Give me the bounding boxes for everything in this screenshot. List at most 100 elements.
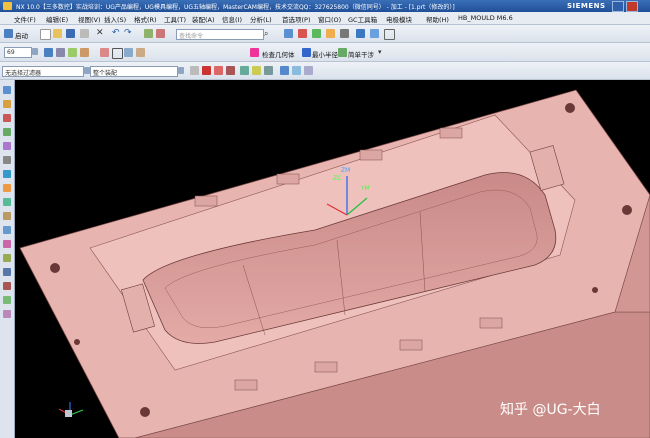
hd3d-tools-icon[interactable]	[3, 268, 11, 276]
snap-body-icon[interactable]	[304, 66, 313, 75]
snap-point-icon[interactable]	[202, 66, 211, 75]
bolt-hole	[565, 103, 575, 113]
snap-center-icon[interactable]	[240, 66, 249, 75]
edge-pocket	[194, 195, 218, 207]
search-icon[interactable]: ⌕	[264, 29, 273, 38]
start-icon[interactable]	[4, 29, 13, 38]
chevron-down-icon[interactable]	[32, 48, 38, 55]
visual-reports-icon[interactable]	[3, 296, 11, 304]
scope-value: 整个装配	[93, 70, 118, 77]
menu-item-electrode[interactable]: 电极模块	[386, 14, 412, 24]
scope-dropdown-icon[interactable]	[178, 67, 184, 74]
overflow-icon[interactable]: ▾	[378, 48, 387, 57]
menu-item-analysis[interactable]: 分析(L)	[250, 14, 272, 24]
select-all-icon[interactable]	[190, 66, 199, 75]
app-icon	[3, 2, 12, 10]
menu-item-gc-toolbox[interactable]: GC工具箱	[348, 14, 377, 24]
simple-interference-button[interactable]: 简单干涉	[348, 49, 374, 59]
operation-nav-icon[interactable]	[284, 29, 293, 38]
simple-interference-icon[interactable]	[338, 48, 347, 57]
menu-item-info[interactable]: 信息(I)	[222, 14, 242, 24]
triad-zc-label: ZC	[333, 175, 341, 182]
undo-icon[interactable]: ↶	[112, 29, 121, 38]
clip-icon[interactable]	[136, 48, 145, 57]
constraint-navigator-icon[interactable]	[3, 310, 11, 318]
menu-item-format[interactable]: 格式(R)	[134, 14, 157, 24]
menu-item-view[interactable]: 视图(V)	[78, 14, 101, 24]
menu-item-window[interactable]: 窗口(O)	[318, 14, 341, 24]
process-studio-icon[interactable]	[3, 240, 11, 248]
save-icon[interactable]	[66, 29, 75, 38]
cut-icon[interactable]	[80, 29, 89, 38]
web-browser-icon[interactable]	[3, 170, 11, 178]
rotate-icon[interactable]	[68, 48, 77, 57]
reuse-library-icon[interactable]	[3, 142, 11, 150]
snap-quadrant-icon[interactable]	[252, 66, 261, 75]
snap-end-icon[interactable]	[214, 66, 223, 75]
menu-item-preferences[interactable]: 首选项(P)	[282, 14, 311, 24]
layer-icon[interactable]	[156, 29, 165, 38]
open-file-icon[interactable]	[53, 29, 62, 38]
part-navigator-icon[interactable]	[3, 100, 11, 108]
zhihu-watermark: 知乎 @UG-大白	[500, 402, 601, 418]
system-scenes-icon[interactable]	[3, 226, 11, 234]
close-button[interactable]	[626, 1, 638, 12]
verify-toolpath-icon[interactable]	[312, 29, 321, 38]
measure-icon[interactable]	[144, 29, 153, 38]
snap-curve-icon[interactable]	[292, 66, 301, 75]
selection-scope-select[interactable]: 整个装配	[90, 66, 178, 77]
menu-item-insert[interactable]: 插入(S)	[104, 14, 126, 24]
min-radius-icon[interactable]	[302, 48, 311, 57]
snap-intersect-icon[interactable]	[264, 66, 273, 75]
start-button[interactable]: 启动	[15, 30, 28, 40]
snap-mid-icon[interactable]	[226, 66, 235, 75]
type-filter-select[interactable]: 无选择过滤器	[2, 66, 84, 77]
edge-pocket	[479, 317, 503, 329]
grid-icon[interactable]	[384, 29, 395, 40]
zoom-icon[interactable]	[56, 48, 65, 57]
postprocess-icon[interactable]	[326, 29, 335, 38]
pan-icon[interactable]	[80, 48, 89, 57]
menu-item-assembly[interactable]: 装配(A)	[192, 14, 215, 24]
view-orient-icon[interactable]	[370, 29, 379, 38]
shop-doc-icon[interactable]	[340, 29, 349, 38]
operation-navigator-icon[interactable]	[3, 114, 11, 122]
title-bar: NX 10.0【三多数控】实战培训：UG产品编程，UG模具编程，UG五轴编程，M…	[0, 0, 650, 12]
edge-pocket	[234, 379, 258, 391]
menu-item-help[interactable]: 帮助(H)	[426, 14, 449, 24]
view-triad-icon	[58, 402, 84, 417]
section-icon[interactable]	[124, 48, 133, 57]
edge-pocket	[314, 361, 338, 373]
machine-tool-navigator-icon[interactable]	[3, 128, 11, 136]
check-geometry-button[interactable]: 检查几何体	[262, 49, 295, 59]
command-search-input[interactable]: 查找命令	[176, 29, 264, 40]
menu-item-hb-mould[interactable]: HB_MOULD M6.6	[458, 14, 513, 22]
teamcenter-icon[interactable]	[3, 282, 11, 290]
display-mode-icon[interactable]	[356, 29, 365, 38]
redo-icon[interactable]: ↷	[124, 29, 133, 38]
fit-view-icon[interactable]	[44, 48, 53, 57]
menu-item-tools[interactable]: 工具(T)	[164, 14, 186, 24]
mold-model[interactable]: ZC ZM YM	[15, 80, 650, 438]
assembly-navigator-icon[interactable]	[3, 86, 11, 94]
roles-icon[interactable]	[3, 198, 11, 206]
filter-value: 无选择过滤器	[5, 70, 42, 77]
generate-toolpath-icon[interactable]	[298, 29, 307, 38]
graphics-window[interactable]: ZC ZM YM	[15, 80, 650, 438]
min-radius-button[interactable]: 最小半径	[312, 49, 338, 59]
edge-pocket	[399, 339, 423, 351]
system-materials-icon[interactable]	[3, 212, 11, 220]
new-file-icon[interactable]	[40, 29, 51, 40]
wireframe-icon[interactable]	[112, 48, 123, 59]
palette-icon[interactable]	[3, 184, 11, 192]
menu-item-file[interactable]: 文件(F)	[14, 14, 36, 24]
menu-item-edit[interactable]: 编辑(E)	[46, 14, 68, 24]
zoom-select[interactable]: 69	[4, 47, 32, 58]
shaded-icon[interactable]	[100, 48, 109, 57]
history-icon[interactable]	[3, 156, 11, 164]
minimize-button[interactable]	[612, 1, 624, 12]
delete-icon[interactable]: ✕	[96, 29, 105, 38]
manufacturing-wizard-icon[interactable]	[3, 254, 11, 262]
check-geometry-icon[interactable]	[250, 48, 259, 57]
snap-face-icon[interactable]	[280, 66, 289, 75]
